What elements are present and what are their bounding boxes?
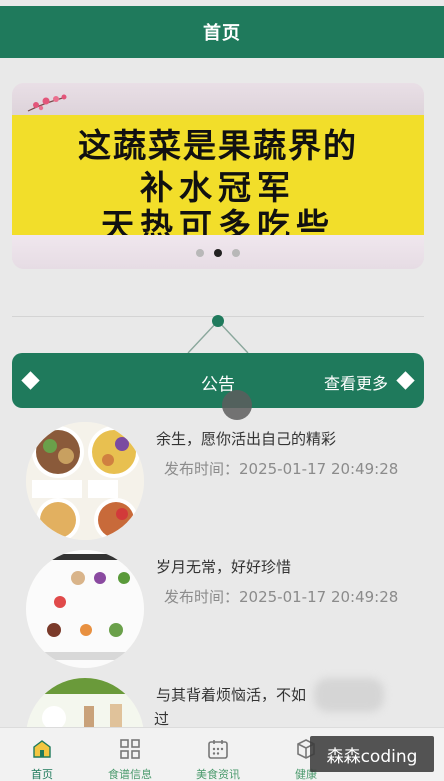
news-title: 岁月无常，好好珍惜	[156, 558, 292, 576]
hanger-decoration	[187, 315, 249, 353]
carousel-dot[interactable]	[232, 249, 240, 257]
tab-recipes[interactable]: 食谱信息	[86, 728, 174, 781]
banner-top-strip	[12, 83, 424, 115]
news-thumbnail	[26, 422, 144, 540]
touch-indicator	[222, 390, 252, 420]
flower-branch-image	[27, 94, 67, 112]
home-icon	[33, 740, 51, 758]
news-title: 余生，愿你活出自己的精彩	[156, 430, 337, 448]
notice-header-bar: 公告 查看更多	[12, 353, 424, 408]
tab-label: 首页	[31, 768, 53, 781]
news-list-item[interactable]: 岁月无常，好好珍惜 发布时间：2025-01-17 20:49:28	[26, 550, 426, 670]
tab-label: 食谱信息	[108, 768, 152, 781]
carousel-dot[interactable]	[196, 249, 204, 257]
banner-carousel[interactable]: 这蔬菜是果蔬界的 补水冠军 天热可多吃些	[12, 83, 424, 269]
page-title: 首页	[203, 23, 241, 44]
food-bowls-image	[26, 422, 144, 540]
banner-line-1: 这蔬菜是果蔬界的	[78, 126, 358, 165]
news-time: 发布时间：2025-01-17 20:49:28	[164, 460, 399, 478]
news-time: 发布时间：2025-01-17 20:49:28	[164, 588, 399, 606]
news-thumbnail	[26, 550, 144, 668]
news-list-item[interactable]: 余生，愿你活出自己的精彩 发布时间：2025-01-17 20:49:28	[26, 422, 426, 542]
tab-label: 美食资讯	[196, 768, 240, 781]
watermark-overlay: 森森coding	[310, 736, 434, 772]
news-title-continued: 过	[154, 710, 170, 728]
blurred-overlay	[314, 678, 384, 712]
food-chart-image	[26, 550, 144, 668]
news-title: 与其背着烦恼活，不如	[156, 686, 307, 704]
view-more-link[interactable]: 查看更多	[324, 370, 388, 394]
tab-home[interactable]: 首页	[0, 728, 86, 781]
calendar-icon	[208, 740, 228, 759]
tab-food-news[interactable]: 美食资讯	[174, 728, 262, 781]
app-root: 首页 这蔬菜是果蔬界的 补水冠军 天热可多吃些 公告 查看更多 余生，愿你活出自…	[0, 0, 444, 781]
top-header: 首页	[0, 6, 444, 58]
carousel-dot-active[interactable]	[214, 249, 222, 257]
carousel-indicator	[12, 249, 424, 257]
watermark-text: 森森coding	[326, 746, 418, 767]
grid-icon	[120, 739, 140, 759]
